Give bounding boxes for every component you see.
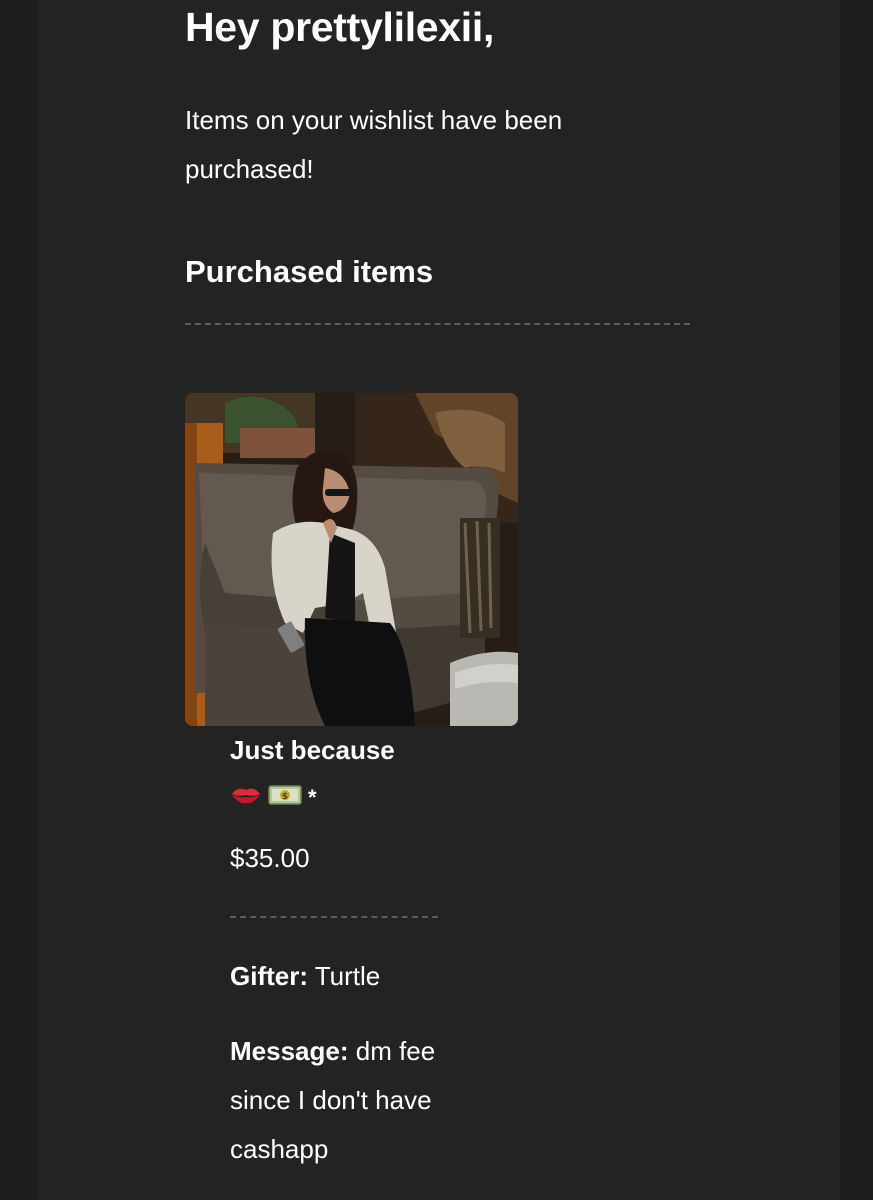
gifter-value: Turtle	[314, 961, 381, 991]
greeting-heading: Hey prettylilexii,	[185, 4, 495, 50]
item-emoji-row: $ *	[230, 784, 317, 812]
svg-text:$: $	[282, 792, 288, 802]
item-title: Just because	[230, 735, 395, 765]
message-label: Message:	[230, 1036, 349, 1066]
item-price: $35.00	[230, 843, 310, 873]
section-divider	[185, 323, 690, 325]
purchased-items-heading: Purchased items	[185, 254, 434, 289]
page: Hey prettylilexii, Items on your wishlis…	[0, 0, 873, 1200]
gifter-label: Gifter:	[230, 961, 308, 991]
kiss-mark-icon	[230, 783, 262, 813]
asterisk-mark: *	[308, 785, 317, 810]
message-line: Message: dm fee since I don't have casha…	[230, 1027, 470, 1174]
gifter-line: Gifter: Turtle	[230, 961, 380, 992]
intro-text: Items on your wishlist have been purchas…	[185, 105, 563, 184]
money-bill-icon: $	[268, 783, 302, 813]
item-photo[interactable]	[185, 393, 518, 726]
item-divider	[230, 916, 438, 918]
email-card: Hey prettylilexii, Items on your wishlis…	[38, 0, 840, 1200]
